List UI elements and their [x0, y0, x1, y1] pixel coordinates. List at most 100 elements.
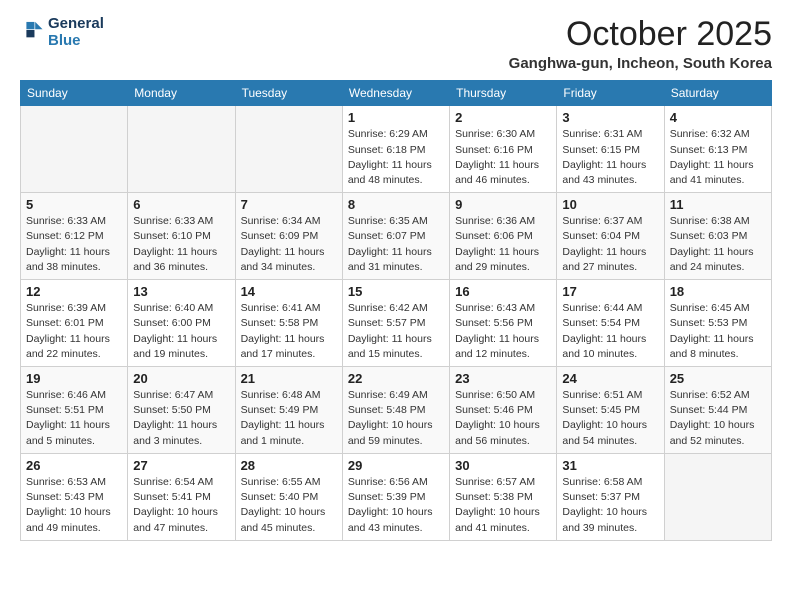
calendar-cell: 28 Sunrise: 6:55 AMSunset: 5:40 PMDaylig…	[235, 453, 342, 540]
day-info: Sunrise: 6:43 AMSunset: 5:56 PMDaylight:…	[455, 302, 539, 360]
day-info: Sunrise: 6:40 AMSunset: 6:00 PMDaylight:…	[133, 302, 217, 360]
day-info: Sunrise: 6:34 AMSunset: 6:09 PMDaylight:…	[241, 215, 325, 273]
day-number: 28	[241, 458, 337, 473]
day-info: Sunrise: 6:33 AMSunset: 6:12 PMDaylight:…	[26, 215, 110, 273]
day-info: Sunrise: 6:30 AMSunset: 6:16 PMDaylight:…	[455, 128, 539, 186]
day-header-sunday: Sunday	[21, 81, 128, 106]
calendar-week-row: 12 Sunrise: 6:39 AMSunset: 6:01 PMDaylig…	[21, 280, 772, 367]
day-header-wednesday: Wednesday	[342, 81, 449, 106]
calendar-cell: 16 Sunrise: 6:43 AMSunset: 5:56 PMDaylig…	[450, 280, 557, 367]
day-number: 31	[562, 458, 658, 473]
location: Ganghwa-gun, Incheon, South Korea	[509, 55, 772, 72]
day-info: Sunrise: 6:36 AMSunset: 6:06 PMDaylight:…	[455, 215, 539, 273]
calendar-cell: 20 Sunrise: 6:47 AMSunset: 5:50 PMDaylig…	[128, 367, 235, 454]
calendar-cell: 5 Sunrise: 6:33 AMSunset: 6:12 PMDayligh…	[21, 193, 128, 280]
day-info: Sunrise: 6:45 AMSunset: 5:53 PMDaylight:…	[670, 302, 754, 360]
calendar-cell	[235, 106, 342, 193]
day-number: 18	[670, 284, 766, 299]
calendar-cell: 2 Sunrise: 6:30 AMSunset: 6:16 PMDayligh…	[450, 106, 557, 193]
calendar-cell: 31 Sunrise: 6:58 AMSunset: 5:37 PMDaylig…	[557, 453, 664, 540]
day-header-friday: Friday	[557, 81, 664, 106]
day-info: Sunrise: 6:57 AMSunset: 5:38 PMDaylight:…	[455, 476, 540, 534]
logo-icon	[22, 19, 44, 41]
calendar-cell: 19 Sunrise: 6:46 AMSunset: 5:51 PMDaylig…	[21, 367, 128, 454]
day-number: 8	[348, 197, 444, 212]
day-number: 27	[133, 458, 229, 473]
title-block: October 2025 Ganghwa-gun, Incheon, South…	[509, 16, 772, 72]
day-info: Sunrise: 6:52 AMSunset: 5:44 PMDaylight:…	[670, 389, 755, 447]
day-header-thursday: Thursday	[450, 81, 557, 106]
day-info: Sunrise: 6:56 AMSunset: 5:39 PMDaylight:…	[348, 476, 433, 534]
calendar-cell	[128, 106, 235, 193]
day-number: 6	[133, 197, 229, 212]
day-number: 2	[455, 110, 551, 125]
calendar-cell: 25 Sunrise: 6:52 AMSunset: 5:44 PMDaylig…	[664, 367, 771, 454]
day-number: 3	[562, 110, 658, 125]
day-info: Sunrise: 6:48 AMSunset: 5:49 PMDaylight:…	[241, 389, 325, 447]
day-number: 19	[26, 371, 122, 386]
day-number: 4	[670, 110, 766, 125]
day-number: 10	[562, 197, 658, 212]
calendar-cell: 30 Sunrise: 6:57 AMSunset: 5:38 PMDaylig…	[450, 453, 557, 540]
day-info: Sunrise: 6:51 AMSunset: 5:45 PMDaylight:…	[562, 389, 647, 447]
day-number: 23	[455, 371, 551, 386]
page: General Blue October 2025 Ganghwa-gun, I…	[0, 0, 792, 551]
calendar-cell: 22 Sunrise: 6:49 AMSunset: 5:48 PMDaylig…	[342, 367, 449, 454]
day-number: 1	[348, 110, 444, 125]
calendar-week-row: 1 Sunrise: 6:29 AMSunset: 6:18 PMDayligh…	[21, 106, 772, 193]
calendar-week-row: 19 Sunrise: 6:46 AMSunset: 5:51 PMDaylig…	[21, 367, 772, 454]
calendar-cell: 17 Sunrise: 6:44 AMSunset: 5:54 PMDaylig…	[557, 280, 664, 367]
day-number: 13	[133, 284, 229, 299]
day-info: Sunrise: 6:50 AMSunset: 5:46 PMDaylight:…	[455, 389, 540, 447]
day-info: Sunrise: 6:35 AMSunset: 6:07 PMDaylight:…	[348, 215, 432, 273]
logo-line2: Blue	[48, 33, 104, 50]
calendar-week-row: 5 Sunrise: 6:33 AMSunset: 6:12 PMDayligh…	[21, 193, 772, 280]
day-info: Sunrise: 6:58 AMSunset: 5:37 PMDaylight:…	[562, 476, 647, 534]
day-number: 17	[562, 284, 658, 299]
day-info: Sunrise: 6:41 AMSunset: 5:58 PMDaylight:…	[241, 302, 325, 360]
calendar-cell: 8 Sunrise: 6:35 AMSunset: 6:07 PMDayligh…	[342, 193, 449, 280]
day-header-monday: Monday	[128, 81, 235, 106]
day-info: Sunrise: 6:37 AMSunset: 6:04 PMDaylight:…	[562, 215, 646, 273]
day-number: 24	[562, 371, 658, 386]
calendar-cell: 12 Sunrise: 6:39 AMSunset: 6:01 PMDaylig…	[21, 280, 128, 367]
day-info: Sunrise: 6:42 AMSunset: 5:57 PMDaylight:…	[348, 302, 432, 360]
day-number: 5	[26, 197, 122, 212]
day-number: 15	[348, 284, 444, 299]
calendar-cell: 18 Sunrise: 6:45 AMSunset: 5:53 PMDaylig…	[664, 280, 771, 367]
calendar-header-row: SundayMondayTuesdayWednesdayThursdayFrid…	[21, 81, 772, 106]
day-number: 16	[455, 284, 551, 299]
calendar-cell: 9 Sunrise: 6:36 AMSunset: 6:06 PMDayligh…	[450, 193, 557, 280]
calendar-cell: 21 Sunrise: 6:48 AMSunset: 5:49 PMDaylig…	[235, 367, 342, 454]
day-header-saturday: Saturday	[664, 81, 771, 106]
calendar-cell: 24 Sunrise: 6:51 AMSunset: 5:45 PMDaylig…	[557, 367, 664, 454]
logo-line1: General	[48, 16, 104, 33]
day-number: 29	[348, 458, 444, 473]
calendar-cell: 7 Sunrise: 6:34 AMSunset: 6:09 PMDayligh…	[235, 193, 342, 280]
day-header-tuesday: Tuesday	[235, 81, 342, 106]
calendar-cell	[21, 106, 128, 193]
month-title: October 2025	[509, 16, 772, 53]
day-info: Sunrise: 6:54 AMSunset: 5:41 PMDaylight:…	[133, 476, 218, 534]
calendar-cell: 14 Sunrise: 6:41 AMSunset: 5:58 PMDaylig…	[235, 280, 342, 367]
calendar-cell: 3 Sunrise: 6:31 AMSunset: 6:15 PMDayligh…	[557, 106, 664, 193]
day-info: Sunrise: 6:29 AMSunset: 6:18 PMDaylight:…	[348, 128, 432, 186]
day-number: 26	[26, 458, 122, 473]
day-info: Sunrise: 6:49 AMSunset: 5:48 PMDaylight:…	[348, 389, 433, 447]
day-number: 21	[241, 371, 337, 386]
day-number: 12	[26, 284, 122, 299]
calendar-cell: 6 Sunrise: 6:33 AMSunset: 6:10 PMDayligh…	[128, 193, 235, 280]
calendar-cell: 11 Sunrise: 6:38 AMSunset: 6:03 PMDaylig…	[664, 193, 771, 280]
calendar-cell: 10 Sunrise: 6:37 AMSunset: 6:04 PMDaylig…	[557, 193, 664, 280]
day-info: Sunrise: 6:32 AMSunset: 6:13 PMDaylight:…	[670, 128, 754, 186]
day-number: 7	[241, 197, 337, 212]
day-info: Sunrise: 6:44 AMSunset: 5:54 PMDaylight:…	[562, 302, 646, 360]
day-number: 25	[670, 371, 766, 386]
calendar-cell: 27 Sunrise: 6:54 AMSunset: 5:41 PMDaylig…	[128, 453, 235, 540]
day-info: Sunrise: 6:38 AMSunset: 6:03 PMDaylight:…	[670, 215, 754, 273]
calendar-cell	[664, 453, 771, 540]
calendar-cell: 26 Sunrise: 6:53 AMSunset: 5:43 PMDaylig…	[21, 453, 128, 540]
day-number: 9	[455, 197, 551, 212]
day-number: 22	[348, 371, 444, 386]
day-number: 20	[133, 371, 229, 386]
